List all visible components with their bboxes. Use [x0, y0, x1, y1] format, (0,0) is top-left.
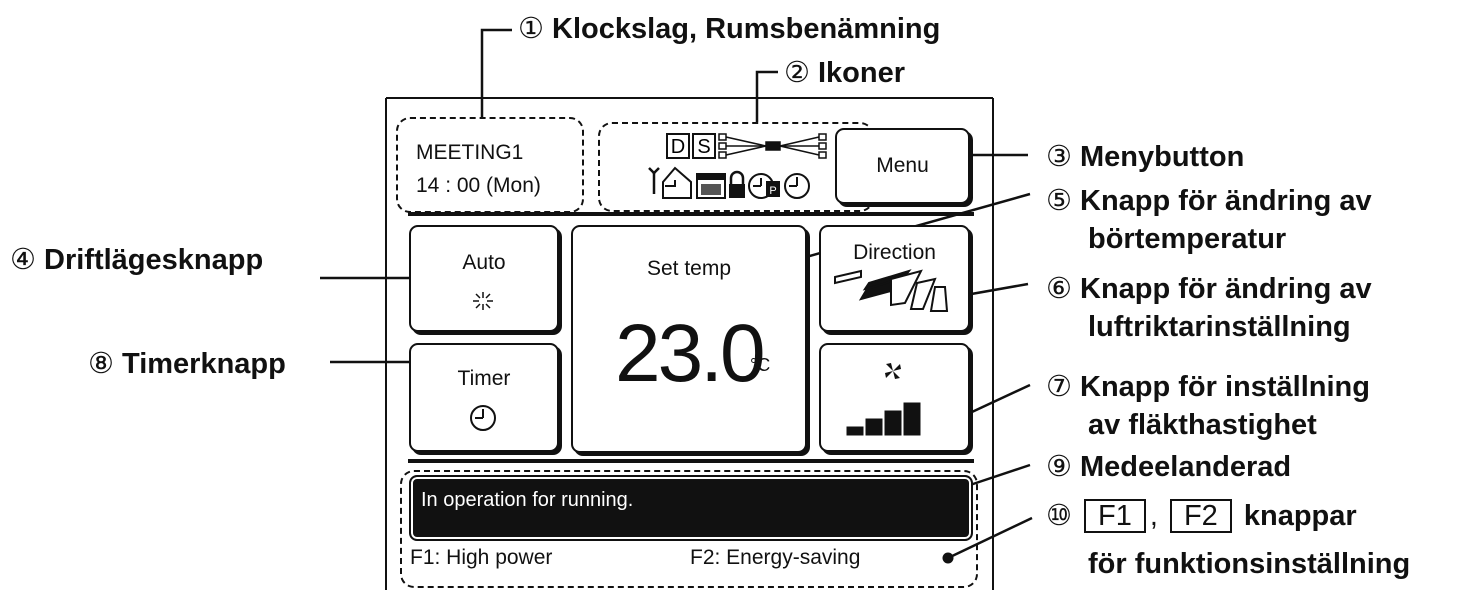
callout-set-temp-line2: börtemperatur — [1088, 223, 1287, 255]
d-icon: D — [666, 133, 690, 159]
callout-icons: ② Ikoner — [784, 57, 906, 89]
callout-direction-line2: luftriktarinställning — [1088, 311, 1351, 343]
fan-speed-bar — [846, 426, 864, 436]
f1-function-label[interactable]: F1: High power — [410, 546, 552, 570]
callout-set-temp: ⑤ Knapp för ändring av — [1046, 185, 1372, 217]
callout-function-keys: ⑩ F1, F2 knappar — [1046, 499, 1357, 533]
callout-fan-speed-line2: av fläkthastighet — [1088, 409, 1317, 441]
menu-button[interactable]: Menu — [835, 128, 970, 204]
fan-icon — [885, 363, 901, 379]
leader-line-1 — [480, 28, 512, 118]
callout-function-keys-line2: för funktionsinställning — [1088, 548, 1411, 580]
top-separator — [408, 212, 974, 216]
clock-icon — [784, 173, 810, 199]
callout-clock-room: ① Klockslag, Rumsbenämning — [518, 13, 941, 45]
bottom-separator — [408, 459, 974, 463]
f1-key-label: F1 — [1084, 499, 1146, 533]
message-bar: In operation for running. — [409, 475, 973, 541]
direction-button[interactable]: Direction — [819, 225, 970, 332]
lock-icon — [729, 170, 745, 198]
callout-timer-button: ⑧ Timerknapp — [88, 348, 286, 380]
set-temp-button[interactable]: Set temp 23.0 °C — [571, 225, 807, 453]
timer-button[interactable]: Timer — [409, 343, 559, 452]
network-icon — [718, 133, 827, 159]
callout-mode-button: ④ Driftlägesknapp — [10, 244, 264, 276]
wrench-icon — [648, 167, 660, 194]
f2-function-label[interactable]: F2: Energy-saving — [690, 546, 860, 570]
set-temp-unit: °C — [750, 355, 771, 375]
mode-button[interactable]: Auto — [409, 225, 559, 332]
leader-line-2 — [755, 70, 778, 122]
house-hand-icon — [662, 166, 692, 199]
fan-speed-bars — [846, 402, 921, 436]
set-temp-value: 23.0 — [615, 308, 766, 399]
clock-p-icon: P — [748, 173, 780, 199]
callout-menu-button: ③ Menybutton — [1046, 141, 1245, 173]
callout-direction: ⑥ Knapp för ändring av — [1046, 273, 1372, 305]
timer-label: Timer — [457, 367, 511, 390]
mode-label: Auto — [462, 251, 506, 274]
room-name: MEETING1 — [416, 141, 524, 164]
f2-key-label: F2 — [1169, 499, 1232, 533]
svg-text:P: P — [769, 185, 776, 197]
leader-line-9 — [969, 463, 1031, 487]
message-text: In operation for running. — [421, 489, 634, 511]
set-temp-label: Set temp — [646, 257, 732, 280]
auto-mode-icon — [473, 292, 493, 310]
menu-button-label: Menu — [876, 154, 929, 177]
fan-speed-bar — [903, 402, 921, 436]
fan-speed-bar — [884, 410, 902, 436]
s-icon: S — [692, 133, 716, 159]
clock: 14 : 00 (Mon) — [416, 174, 541, 197]
status-icons: D S P — [645, 130, 837, 202]
svg-text:D: D — [671, 136, 685, 158]
fan-speed-bar — [865, 418, 883, 436]
callout-fan-speed: ⑦ Knapp för inställning — [1046, 371, 1370, 403]
clock-icon — [470, 405, 496, 431]
clock-room-group — [396, 117, 584, 213]
direction-label: Direction — [853, 241, 936, 264]
callout-message-line: ⑨ Medeelanderad — [1046, 451, 1292, 483]
svg-text:S: S — [697, 136, 710, 158]
fan-speed-button[interactable] — [819, 343, 970, 452]
calendar-icon — [696, 173, 726, 199]
louver-direction-icon — [834, 269, 949, 312]
